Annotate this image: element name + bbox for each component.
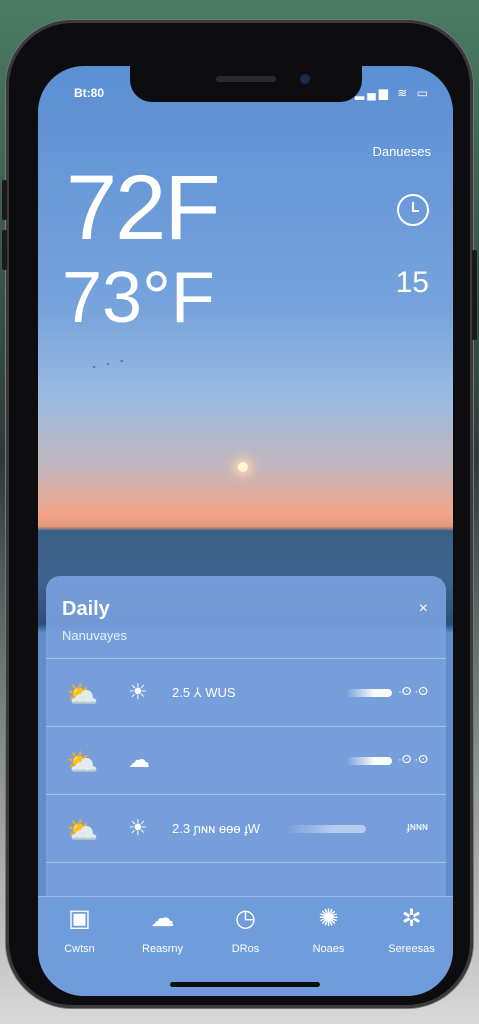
row-text: 2.3 ɲɴɴ ɵɵɵ ɟW [172,821,261,836]
home-icon: ▣ [68,905,91,932]
tab-news[interactable]: ✺ Noaes [287,905,370,956]
daily-forecast-card: Daily Nanuvayes × ⛅ ☀ 2.5 ⅄ WUS ·ⵙ ·ⵙ ⛅ … [46,576,446,906]
temperature-bar [286,825,366,833]
phone-frame: Bt:80 ▂▄▆ ≋ ▭ Danueses 72F 73°F 15 ˇ ˇ ˇ… [6,20,473,1008]
sun-icon: ☀ [128,815,148,840]
home-indicator[interactable] [170,982,320,987]
cloud-icon: ☁ [150,905,175,932]
tab-settings[interactable]: ✲ Sereesas [370,905,453,956]
tab-bar: ▣ Cwtsn ☁ Reasrny ◷ DRos ✺ Noaes ✲ Seree… [38,896,453,996]
tab-label: Sereesas [388,943,435,955]
tab-radar[interactable]: ◷ DRos [204,905,287,956]
partly-cloudy-icon: ⛅ [66,747,99,777]
partly-cloudy-icon: ⛅ [66,815,99,845]
row-right: ɟɴɴɴ [406,821,428,833]
daily-title: Daily [62,598,110,620]
status-time: Bt:80 [74,86,105,100]
daily-row[interactable]: ⛅ ☀ 2.5 ⅄ WUS ·ⵙ ·ⵙ [46,658,446,727]
power-button [472,250,477,340]
radar-icon: ◷ [235,905,256,932]
speaker [216,76,276,82]
sun-decoration [238,462,248,472]
row-right: ·ⵙ ·ⵙ [398,754,428,766]
daily-subtitle: Nanuvayes [62,628,128,643]
daily-row[interactable]: ⛅ ☁ ·ⵙ ·ⵙ [46,726,446,795]
temperature-bar [346,689,392,697]
volume-down-button [2,230,7,270]
camera [300,74,310,84]
tab-label: Reasrny [142,943,183,955]
settings-icon: ✲ [401,905,422,932]
cloud-icon: ☁ [128,747,150,772]
tab-label: Cwtsn [64,943,95,955]
clock-icon[interactable] [397,194,429,226]
daily-row[interactable]: ⛅ ☀ 2.3 ɲɴɴ ɵɵɵ ɟW ɟɴɴɴ [46,794,446,863]
status-icons: ▂▄▆ ≋ ▭ [354,86,431,100]
sun-icon: ☀ [128,679,148,704]
birds-decoration: ˇ ˇ ˇ [92,358,130,377]
partly-cloudy-icon: ⛅ [66,679,99,709]
temperature-bar [346,757,392,765]
side-value: 15 [395,266,429,299]
tab-current[interactable]: ▣ Cwtsn [38,905,121,956]
current-temperature: 72F [66,157,221,259]
tab-label: DRos [231,943,260,955]
row-right: ·ⵙ ·ⵙ [398,686,428,698]
tab-label: Noaes [312,943,345,955]
tab-forecast[interactable]: ☁ Reasrny [121,905,204,956]
close-icon[interactable]: × [419,600,428,618]
news-icon: ✺ [318,905,339,932]
screen: Bt:80 ▂▄▆ ≋ ▭ Danueses 72F 73°F 15 ˇ ˇ ˇ… [38,66,453,996]
notch [130,66,362,102]
feels-like-temperature: 73°F [62,258,215,338]
row-text: 2.5 ⅄ WUS [172,685,236,700]
location-label[interactable]: Danueses [372,144,431,159]
volume-up-button [2,180,7,220]
